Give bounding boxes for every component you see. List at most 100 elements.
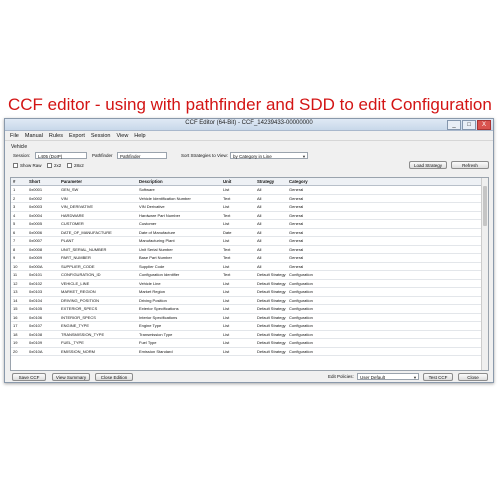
- close-button[interactable]: Close: [458, 373, 488, 381]
- cell-filler: [327, 313, 488, 322]
- cell-filler: [327, 228, 488, 237]
- page-headline: CCF editor - using with pathfinder and S…: [8, 95, 492, 114]
- cell-description: Supplier Code: [137, 262, 221, 271]
- cell-category: General: [287, 219, 327, 229]
- menu-manual[interactable]: Manual: [25, 133, 43, 139]
- table-row[interactable]: 5 0x0005 CUSTOMER Customer List All General: [11, 219, 488, 229]
- test-ccf-button[interactable]: Test CCF: [423, 373, 453, 381]
- table-row[interactable]: 12 0x0102 VEHICLE_LINE Vehicle Line List Defa…: [11, 279, 488, 288]
- close-edition-button[interactable]: Close Edition: [95, 373, 133, 381]
- table-row[interactable]: 19 0x0109 FUEL_TYPE Fuel Type List Default St…: [11, 338, 488, 348]
- cell-short: 0x0108: [27, 330, 59, 339]
- cell-index: 3: [11, 202, 27, 212]
- cell-unit: Text: [221, 194, 255, 203]
- close-window-button[interactable]: X: [477, 120, 491, 130]
- table-row[interactable]: 9 0x0009 PART_NUMBER Base Part Number Text Al…: [11, 253, 488, 263]
- cell-category: Configuration: [287, 304, 327, 314]
- window-controls: _ □ X: [447, 120, 491, 130]
- column-header-unit[interactable]: Unit: [221, 178, 255, 186]
- cell-category: General: [287, 236, 327, 246]
- scrollbar-thumb[interactable]: [483, 186, 487, 226]
- cell-index: 11: [11, 270, 27, 280]
- table-row[interactable]: 15 0x0105 EXTERIOR_SPECS Exterior Specifica…: [11, 304, 488, 314]
- cell-short: 0x0003: [27, 202, 59, 212]
- maximize-button[interactable]: □: [462, 120, 476, 130]
- cell-short: 0x0001: [27, 185, 59, 195]
- cell-unit: Text: [221, 211, 255, 220]
- show-raw-checkbox[interactable]: [13, 163, 18, 168]
- table-row[interactable]: 6 0x0006 DATE_OF_MANUFACTURE Date of Manufa…: [11, 228, 488, 237]
- cell-parameter: CONFIGURATION_ID: [59, 270, 137, 280]
- load-strategy-button[interactable]: Load Strategy: [409, 161, 447, 169]
- table-row[interactable]: 4 0x0004 HARDWARE Hardware Part Number Text A…: [11, 211, 488, 220]
- cell-filler: [327, 253, 488, 263]
- edit-policies-select[interactable]: User Default ▼: [357, 373, 419, 380]
- menu-rules[interactable]: Rules: [49, 133, 63, 139]
- cell-category: Configuration: [287, 330, 327, 339]
- cell-strategy: All: [255, 245, 287, 254]
- cell-description: Software: [137, 185, 221, 195]
- cell-category: General: [287, 202, 327, 212]
- session-field[interactable]: L405 (DoIP): [35, 152, 87, 159]
- cell-short: 0x0005: [27, 219, 59, 229]
- table-row[interactable]: 10 0x000A SUPPLIER_CODE Supplier Code List Al…: [11, 262, 488, 271]
- column-header-parameter[interactable]: Parameter: [59, 178, 137, 186]
- table-row[interactable]: 8 0x0008 UNIT_SERIAL_NUMBER Unit Serial Num…: [11, 245, 488, 254]
- chevron-down-icon: ▼: [413, 375, 417, 380]
- cell-description: Driving Position: [137, 296, 221, 305]
- cell-unit: List: [221, 236, 255, 246]
- cell-category: Configuration: [287, 287, 327, 297]
- cell-short: 0x0009: [27, 253, 59, 263]
- cell-strategy: Default Strategy: [255, 287, 287, 297]
- cell-parameter: VIN_DERIVATIVE: [59, 202, 137, 212]
- cell-description: Interior Specifications: [137, 313, 221, 322]
- table-row[interactable]: 16 0x0106 INTERIOR_SPECS Interior Specifica…: [11, 313, 488, 322]
- cell-category: General: [287, 262, 327, 271]
- cell-unit: List: [221, 296, 255, 305]
- cell-strategy: All: [255, 219, 287, 229]
- cell-unit: List: [221, 347, 255, 356]
- table-row[interactable]: 7 0x0007 PLANT Manufacturing Plant List All Ge…: [11, 236, 488, 246]
- menu-export[interactable]: Export: [69, 133, 85, 139]
- cell-strategy: All: [255, 194, 287, 203]
- cell-category: General: [287, 245, 327, 254]
- cell-unit: List: [221, 279, 255, 288]
- table-row[interactable]: 2 0x0002 VIN Vehicle Identification Number T…: [11, 194, 488, 203]
- cell-description: Fuel Type: [137, 338, 221, 348]
- cell-parameter: CUSTOMER: [59, 219, 137, 229]
- option-2x2-checkbox[interactable]: [47, 163, 52, 168]
- table-row[interactable]: 3 0x0003 VIN_DERIVATIVE VIN Derivative List A…: [11, 202, 488, 212]
- cell-filler: [327, 279, 488, 288]
- menu-file[interactable]: File: [10, 133, 19, 139]
- table-row[interactable]: 1 0x0001 GEN_SW Software List All General: [11, 185, 488, 195]
- column-header-description[interactable]: Description: [137, 178, 221, 186]
- column-header-strategy[interactable]: Strategy: [255, 178, 287, 186]
- menu-help[interactable]: Help: [134, 133, 145, 139]
- cell-filler: [327, 330, 488, 339]
- cell-filler: [327, 194, 488, 203]
- menu-view[interactable]: View: [116, 133, 128, 139]
- sort-strategies-select[interactable]: by Category in Line ▼: [230, 152, 308, 159]
- pathfinder-field[interactable]: Pathfinder: [117, 152, 167, 159]
- column-header-category[interactable]: Category: [287, 178, 327, 186]
- table-row[interactable]: 20 0x010A EMISSION_NORM Emission Standard Li…: [11, 347, 488, 356]
- cell-unit: Text: [221, 270, 255, 280]
- view-summary-button[interactable]: View Summary: [52, 373, 90, 381]
- cell-category: Configuration: [287, 270, 327, 280]
- table-row[interactable]: 11 0x0101 CONFIGURATION_ID Configuration Id…: [11, 270, 488, 280]
- minimize-button[interactable]: _: [447, 120, 461, 130]
- refresh-button[interactable]: Refresh: [451, 161, 489, 169]
- save-ccf-button[interactable]: Save CCF: [12, 373, 46, 381]
- cell-category: General: [287, 253, 327, 263]
- column-header-index[interactable]: #: [11, 178, 27, 186]
- table-row[interactable]: 13 0x0103 MARKET_REGION Market Region List De…: [11, 287, 488, 297]
- cell-description: Customer: [137, 219, 221, 229]
- table-row[interactable]: 14 0x0104 DRIVING_POSITION Driving Position…: [11, 296, 488, 305]
- chevron-down-icon: ▼: [302, 154, 306, 159]
- table-row[interactable]: 18 0x0108 TRANSMISSION_TYPE Transmission Ty…: [11, 330, 488, 339]
- column-header-short[interactable]: Short: [27, 178, 59, 186]
- menu-session[interactable]: Session: [91, 133, 111, 139]
- table-row[interactable]: 17 0x0107 ENGINE_TYPE Engine Type List Defaul…: [11, 321, 488, 331]
- table-scrollbar[interactable]: [481, 178, 488, 370]
- option-28x2-checkbox[interactable]: [67, 163, 72, 168]
